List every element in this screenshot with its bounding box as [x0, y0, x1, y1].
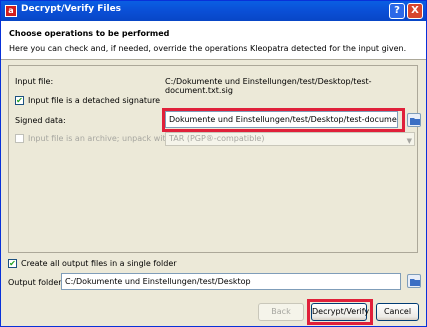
header-subtitle: Here you can check and, if needed, overr…	[9, 44, 407, 53]
signed-data-highlight	[162, 108, 405, 132]
archive-format-value: TAR (PGP®-compatible)	[169, 134, 265, 143]
detached-signature-checkbox[interactable]: ✔	[15, 96, 24, 105]
signed-data-label: Signed data:	[15, 116, 66, 125]
archive-checkbox[interactable]	[15, 134, 24, 143]
signed-data-browse-button[interactable]	[407, 113, 421, 127]
input-file-label: Input file:	[15, 77, 54, 86]
output-folder-browse-button[interactable]	[407, 274, 421, 288]
decrypt-verify-dialog: a Decrypt/Verify Files ? X Choose operat…	[0, 0, 427, 327]
archive-format-select[interactable]: TAR (PGP®-compatible) ▼	[165, 132, 415, 146]
archive-label: Input file is an archive; unpack with:	[28, 134, 174, 143]
title-bar[interactable]: a Decrypt/Verify Files ? X	[1, 1, 426, 21]
folder-icon	[410, 118, 420, 125]
window-title: Decrypt/Verify Files	[21, 4, 122, 14]
single-folder-checkbox[interactable]: ✔	[8, 259, 17, 268]
chevron-down-icon: ▼	[406, 137, 412, 145]
back-button[interactable]: Back	[258, 303, 304, 321]
decrypt-verify-highlight	[307, 299, 373, 325]
output-folder-input[interactable]: C:/Dokumente und Einstellungen/test/Desk…	[61, 273, 401, 290]
cancel-button[interactable]: Cancel	[376, 303, 419, 321]
help-button[interactable]: ?	[389, 3, 405, 19]
header-title: Choose operations to be performed	[9, 29, 170, 38]
close-button[interactable]: X	[407, 3, 423, 19]
output-folder-label: Output folder:	[8, 278, 65, 287]
detached-signature-label: Input file is a detached signature	[28, 96, 161, 105]
folder-icon	[410, 279, 420, 286]
kleopatra-app-icon: a	[5, 5, 17, 17]
input-file-value: C:/Dokumente und Einstellungen/test/Desk…	[165, 77, 372, 95]
wizard-header: Choose operations to be performed Here y…	[1, 21, 426, 60]
single-folder-label: Create all output files in a single fold…	[21, 259, 177, 268]
